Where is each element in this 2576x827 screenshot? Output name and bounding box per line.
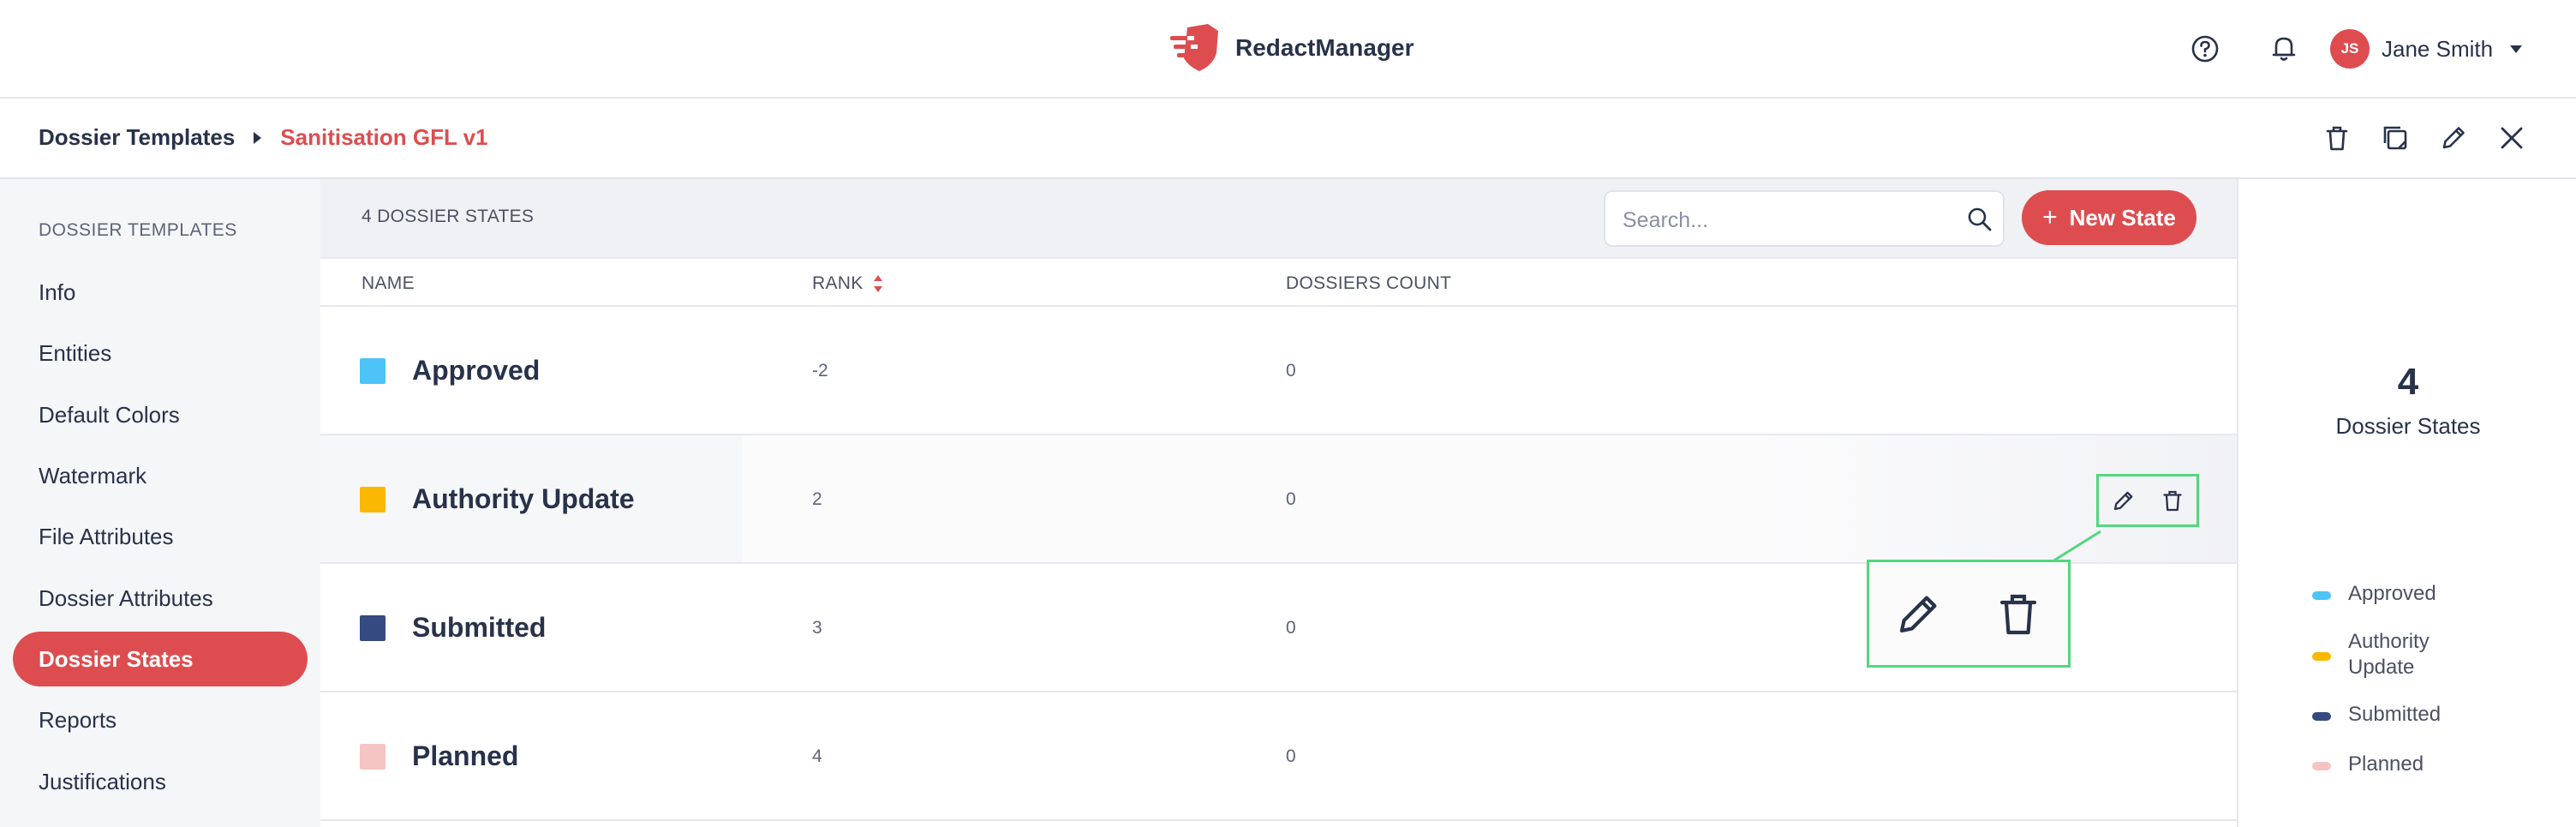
- state-name: Authority Update: [412, 483, 635, 514]
- chevron-down-icon: [2510, 45, 2523, 53]
- avatar: JS: [2330, 29, 2370, 69]
- zoom-callout: [1867, 560, 2071, 668]
- breadcrumb-bar: Dossier Templates Sanitisation GFL v1: [0, 99, 2576, 179]
- state-dossiers-count: 0: [1286, 618, 1296, 638]
- state-dossiers-count: 0: [1286, 361, 1296, 381]
- state-rank: -2: [812, 361, 828, 381]
- legend-dot: [2312, 652, 2331, 661]
- plus-icon: +: [2042, 203, 2058, 231]
- breadcrumb: Dossier Templates Sanitisation GFL v1: [39, 124, 488, 151]
- delete-template-trash-icon[interactable]: [2322, 123, 2352, 153]
- table-row[interactable]: Authority Update 2 0: [320, 435, 2237, 564]
- legend-dot: [2312, 712, 2331, 721]
- column-header-name[interactable]: NAME: [362, 273, 415, 294]
- help-icon[interactable]: [2190, 34, 2220, 63]
- state-name: Planned: [412, 740, 519, 771]
- state-name: Approved: [412, 355, 541, 386]
- legend-label: Submitted: [2348, 703, 2442, 726]
- clone-template-icon[interactable]: [2380, 123, 2411, 153]
- app-logo-icon: [1170, 24, 1218, 71]
- row-actions-highlight: [2096, 474, 2199, 527]
- legend-label: Approved: [2348, 582, 2436, 605]
- sidebar-item-default-colors[interactable]: Default Colors: [13, 387, 308, 442]
- stats-panel: 4 Dossier States Approved Authority Upda…: [2237, 179, 2576, 827]
- dossier-states-table: 4 DOSSIER STATES + New State NAME RANK D…: [320, 179, 2237, 827]
- user-menu[interactable]: JS Jane Smith: [2330, 29, 2523, 69]
- column-header-dossiers-count[interactable]: DOSSIERS COUNT: [1286, 273, 1451, 294]
- state-color-swatch: [360, 615, 386, 641]
- top-bar: RedactManager JS Jane Smith: [0, 0, 2576, 99]
- state-color-swatch: [360, 487, 386, 512]
- edit-state-pencil-icon[interactable]: [2111, 488, 2137, 513]
- legend-label: Planned: [2348, 752, 2424, 776]
- state-rank: 3: [812, 618, 822, 638]
- table-row[interactable]: Planned 4 0: [320, 692, 2237, 821]
- user-name: Jane Smith: [2382, 35, 2494, 62]
- search-icon[interactable]: [1965, 205, 1994, 234]
- sidebar-item-watermark[interactable]: Watermark: [13, 448, 308, 503]
- new-state-label: New State: [2069, 204, 2176, 231]
- close-icon[interactable]: [2496, 123, 2527, 153]
- sort-arrows-icon[interactable]: [872, 273, 884, 295]
- table-header-row: NAME RANK DOSSIERS COUNT: [320, 257, 2237, 307]
- sidebar-item-info[interactable]: Info: [13, 265, 308, 320]
- edit-template-pencil-icon[interactable]: [2438, 123, 2469, 153]
- breadcrumb-separator-icon: [254, 131, 262, 144]
- state-color-swatch: [360, 358, 386, 384]
- state-name: Submitted: [412, 612, 547, 643]
- search-box[interactable]: [1604, 190, 2005, 247]
- sidebar-item-file-attributes[interactable]: File Attributes: [13, 509, 308, 564]
- state-rank: 4: [812, 746, 822, 766]
- sidebar: DOSSIER TEMPLATES Info Entities Default …: [0, 179, 320, 827]
- sidebar-item-justifications[interactable]: Justifications: [13, 754, 308, 809]
- legend-label: Authority Update: [2348, 630, 2430, 679]
- app-name: RedactManager: [1235, 34, 1414, 61]
- stats-total: 4: [2397, 361, 2419, 403]
- breadcrumb-dossier-templates[interactable]: Dossier Templates: [39, 124, 235, 151]
- breadcrumb-current-template[interactable]: Sanitisation GFL v1: [280, 124, 487, 151]
- notifications-bell-icon[interactable]: [2268, 33, 2299, 63]
- edit-pencil-icon: [1899, 596, 1937, 633]
- new-state-button[interactable]: + New State: [2022, 190, 2196, 245]
- trash-icon: [1999, 594, 2037, 635]
- column-header-rank[interactable]: RANK: [812, 273, 864, 294]
- stats-label: Dossier States: [2335, 413, 2481, 439]
- delete-state-trash-icon[interactable]: [2160, 488, 2185, 513]
- app-brand[interactable]: RedactManager: [1170, 21, 1414, 75]
- table-toolbar: 4 DOSSIER STATES + New State: [320, 179, 2237, 257]
- sidebar-item-reports[interactable]: Reports: [13, 692, 308, 747]
- search-input[interactable]: [1621, 204, 1950, 237]
- state-dossiers-count: 0: [1286, 489, 1296, 509]
- sidebar-item-dossier-attributes[interactable]: Dossier Attributes: [13, 571, 308, 626]
- states-count-label: 4 DOSSIER STATES: [362, 207, 535, 226]
- state-dossiers-count: 0: [1286, 746, 1296, 766]
- table-row[interactable]: Approved -2 0: [320, 307, 2237, 435]
- sidebar-item-entities[interactable]: Entities: [13, 326, 308, 381]
- state-color-swatch: [360, 744, 386, 770]
- legend-dot: [2312, 591, 2331, 600]
- sidebar-heading: DOSSIER TEMPLATES: [39, 220, 237, 240]
- legend-dot: [2312, 762, 2331, 770]
- sidebar-item-dossier-states[interactable]: Dossier States: [13, 632, 308, 686]
- state-rank: 2: [812, 489, 822, 509]
